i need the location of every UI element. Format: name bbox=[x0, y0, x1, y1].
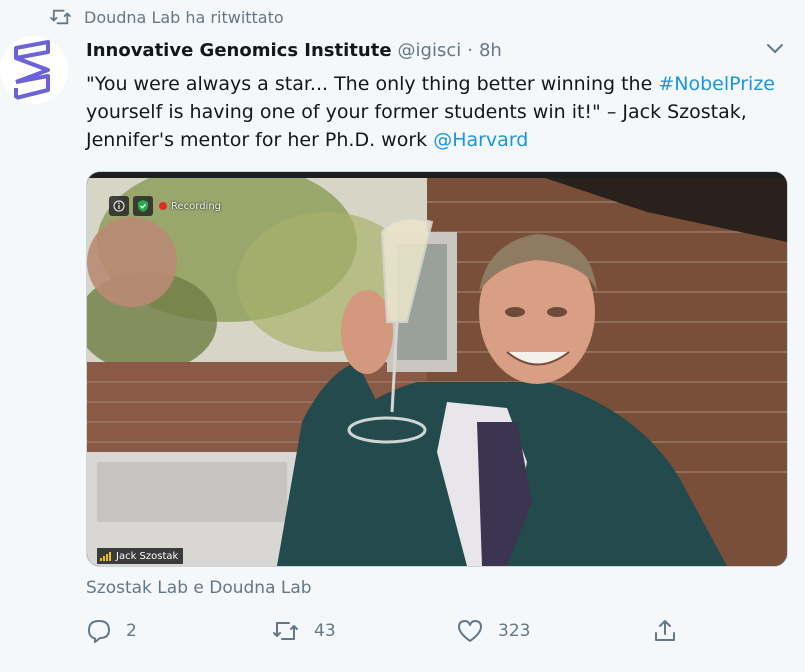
participant-name-tag: Jack Szostak bbox=[97, 548, 184, 564]
info-icon[interactable] bbox=[109, 196, 129, 216]
chevron-down-icon[interactable] bbox=[764, 38, 786, 60]
recording-dot-icon bbox=[159, 202, 167, 210]
recording-indicator: Recording bbox=[159, 201, 221, 212]
reply-button[interactable]: 2 bbox=[86, 618, 137, 644]
video-frame-image bbox=[87, 172, 787, 566]
tweet-media[interactable]: Recording Jack Szostak bbox=[86, 171, 788, 567]
author-handle[interactable]: @igisci bbox=[398, 40, 462, 61]
retweet-count: 43 bbox=[314, 621, 336, 641]
retweet-context[interactable]: Doudna Lab ha ritwittato bbox=[50, 6, 284, 28]
retweet-icon bbox=[273, 622, 298, 640]
like-count: 323 bbox=[498, 621, 531, 641]
tweet-text: "You were always a star... The only thin… bbox=[86, 70, 786, 154]
tweet-text-segment: yourself is having one of your former st… bbox=[86, 101, 747, 151]
avatar[interactable] bbox=[0, 36, 68, 104]
timestamp[interactable]: 8h bbox=[479, 40, 502, 61]
reply-icon bbox=[88, 620, 110, 643]
share-icon bbox=[655, 620, 675, 641]
separator: · bbox=[467, 39, 473, 61]
heart-icon bbox=[458, 620, 482, 642]
retweet-button[interactable]: 43 bbox=[272, 618, 336, 644]
recording-label: Recording bbox=[171, 200, 222, 212]
author-name[interactable]: Innovative Genomics Institute bbox=[86, 40, 392, 61]
share-button[interactable] bbox=[652, 618, 692, 644]
like-button[interactable]: 323 bbox=[456, 618, 530, 644]
shield-icon[interactable] bbox=[133, 196, 153, 216]
tweet-header: Innovative Genomics Institute @igisci · … bbox=[86, 38, 502, 62]
retweet-context-label: Doudna Lab ha ritwittato bbox=[84, 7, 284, 27]
social-context[interactable]: Szostak Lab e Doudna Lab bbox=[86, 578, 312, 598]
tweet-text-segment: "You were always a star... The only thin… bbox=[86, 73, 659, 95]
retweet-icon bbox=[50, 9, 71, 25]
call-status-bar: Recording bbox=[109, 196, 221, 216]
reply-count: 2 bbox=[126, 621, 137, 641]
tweet-actions: 2 43 323 bbox=[86, 618, 686, 650]
participant-name: Jack Szostak bbox=[116, 550, 179, 562]
igi-logo-icon bbox=[14, 40, 50, 100]
hashtag-link[interactable]: #NobelPrize bbox=[658, 73, 775, 95]
signal-bars-icon bbox=[100, 551, 112, 561]
mention-link[interactable]: @Harvard bbox=[433, 129, 528, 151]
